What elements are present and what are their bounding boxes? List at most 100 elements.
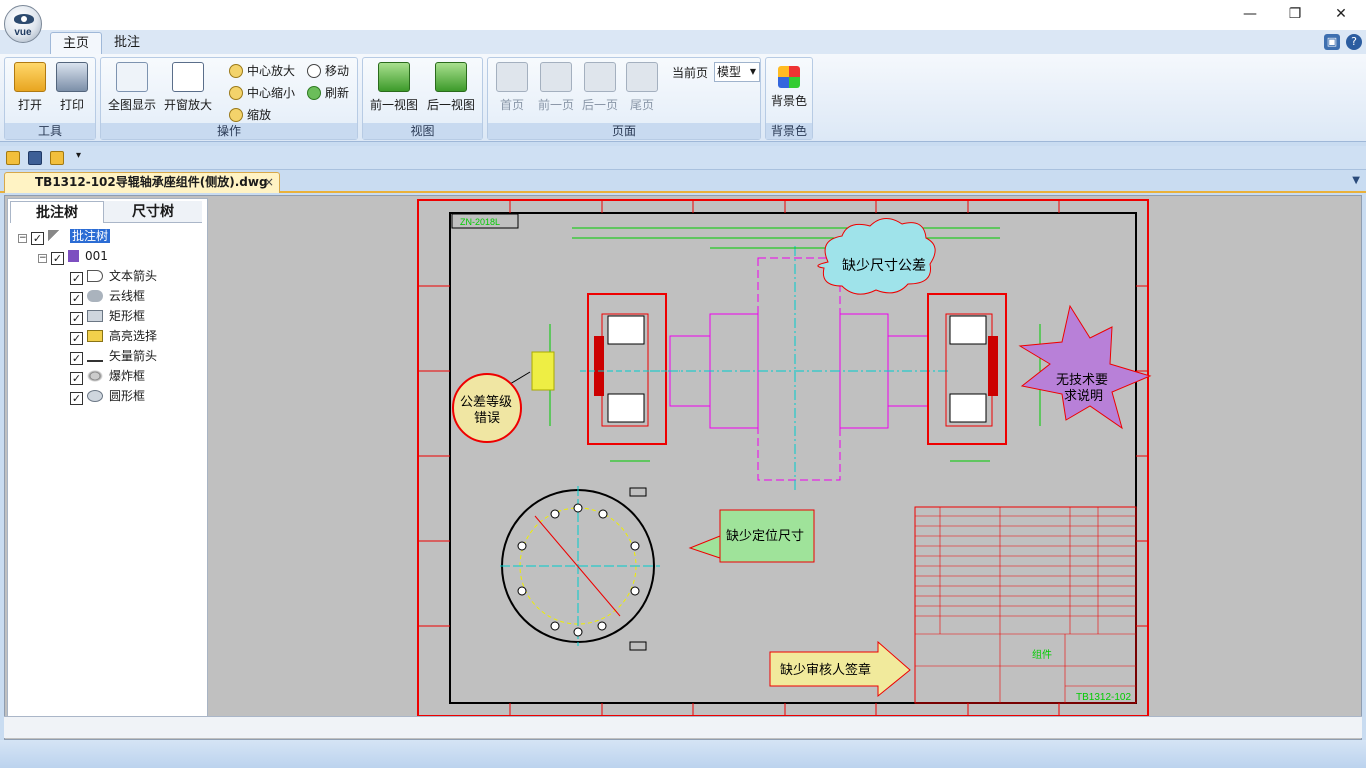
zoom-in-icon: [229, 64, 243, 78]
hand-icon: [307, 64, 321, 78]
document-tab[interactable]: TB1312-102导辊轴承座组件(侧放).dwg ×: [4, 172, 280, 193]
move-button[interactable]: 移动: [307, 62, 349, 80]
export-icon[interactable]: [50, 151, 64, 165]
tree-item-explosion[interactable]: ✓ 爆炸框: [70, 367, 145, 385]
group-tools: 打开 打印 工具: [4, 57, 96, 140]
rectangle-icon: [87, 310, 103, 322]
last-page-icon: [626, 62, 658, 92]
folder-open-icon[interactable]: [6, 151, 20, 165]
app-logo[interactable]: vue: [4, 5, 42, 43]
group-tools-label: 工具: [5, 123, 95, 139]
center-zoom-in-button[interactable]: 中心放大: [229, 62, 295, 80]
tree-node-label: 001: [85, 249, 108, 263]
group-page: 首页 前一页 后一页 尾页 当前页 模型 ▼ 页面: [487, 57, 761, 140]
print-label: 打印: [59, 98, 84, 112]
checkbox[interactable]: ✓: [70, 272, 83, 285]
main-area: 批注树 尺寸树 − ✓ 批注树 − ✓ 001 ✓ 文本箭头 ✓ 云线框 ✓ 矩形框 ✓ 高亮选…: [4, 195, 1362, 740]
frame-tag: ZN-2018L: [460, 217, 500, 227]
bg-color-button[interactable]: 背景色: [769, 62, 809, 109]
collapse-icon[interactable]: −: [38, 254, 47, 263]
group-background: 背景色 背景色: [765, 57, 813, 140]
cad-drawing[interactable]: ZN-2018L 组件 TB1312-102 缺少尺寸公差 无技术要 求说明 公…: [210, 196, 1360, 718]
refresh-label: 刷新: [325, 86, 350, 100]
tree-item-rect[interactable]: ✓ 矩形框: [70, 307, 145, 325]
close-tab-button[interactable]: ×: [264, 173, 274, 192]
first-page-button[interactable]: 首页: [494, 62, 530, 113]
customize-toolbar-icon[interactable]: ▾: [76, 150, 81, 161]
tab-list-dropdown-icon[interactable]: ▼: [1352, 175, 1360, 186]
annotation-panel: 批注树 尺寸树 − ✓ 批注树 − ✓ 001 ✓ 文本箭头 ✓ 云线框 ✓ 矩形框 ✓ 高亮选…: [7, 198, 208, 717]
explosion-annotation-text-2: 求说明: [1064, 389, 1103, 404]
next-view-icon: [435, 62, 467, 92]
logo-text: vue: [14, 27, 32, 38]
tab-home[interactable]: 主页: [50, 32, 103, 54]
last-page-button[interactable]: 尾页: [624, 62, 660, 113]
checkbox[interactable]: ✓: [31, 232, 44, 245]
tree-item-text-arrow[interactable]: ✓ 文本箭头: [70, 267, 157, 285]
current-page-label: 当前页: [672, 66, 709, 80]
checkbox[interactable]: ✓: [70, 332, 83, 345]
last-page-label: 尾页: [629, 98, 654, 112]
tab-annotation-tree[interactable]: 批注树: [10, 201, 104, 223]
prev-page-label: 前一页: [537, 98, 574, 112]
chevron-down-icon: ▼: [749, 67, 756, 76]
tree-root-label: 批注树: [70, 229, 111, 243]
explosion-annotation-text-1: 无技术要: [1056, 373, 1108, 388]
refresh-icon: [307, 86, 321, 100]
tab-annotate[interactable]: 批注: [102, 32, 152, 54]
group-page-label: 页面: [488, 123, 760, 139]
tree-item-label: 矢量箭头: [109, 349, 158, 363]
next-page-button[interactable]: 后一页: [578, 62, 622, 113]
color-palette-icon: [778, 66, 800, 88]
prev-page-button[interactable]: 前一页: [534, 62, 578, 113]
refresh-button[interactable]: 刷新: [307, 84, 349, 102]
center-zoom-out-button[interactable]: 中心缩小: [229, 84, 295, 102]
save-icon[interactable]: [28, 151, 42, 165]
vector-arrow-icon: [87, 350, 103, 362]
tree-root[interactable]: − ✓ 批注树: [18, 227, 111, 245]
cloud-annotation-text: 缺少尺寸公差: [842, 258, 926, 274]
tree-item-cloud[interactable]: ✓ 云线框: [70, 287, 145, 305]
prev-view-button[interactable]: 前一视图: [367, 62, 421, 113]
next-view-button[interactable]: 后一视图: [424, 62, 478, 113]
collapse-icon[interactable]: −: [18, 234, 27, 243]
checkbox[interactable]: ✓: [51, 252, 64, 265]
open-button[interactable]: 打开: [13, 62, 47, 113]
circle-annotation-text-2: 错误: [474, 411, 500, 426]
minimize-button[interactable]: —: [1238, 4, 1262, 24]
title-block-name: 组件: [1032, 648, 1052, 661]
checkbox[interactable]: ✓: [70, 372, 83, 385]
annotation-tree-icon: [48, 230, 64, 242]
status-bar: [4, 716, 1362, 738]
title-block-code: TB1312-102: [1076, 692, 1131, 703]
tree-node-001[interactable]: − ✓ 001: [38, 247, 108, 265]
zoom-out-icon: [229, 86, 243, 100]
tree-item-highlight[interactable]: ✓ 高亮选择: [70, 327, 157, 345]
tree-item-circle[interactable]: ✓ 圆形框: [70, 387, 145, 405]
current-page-value: 模型: [717, 65, 742, 79]
fit-all-button[interactable]: 全图显示: [105, 62, 159, 113]
checkbox[interactable]: ✓: [70, 352, 83, 365]
restore-button[interactable]: ❐: [1283, 4, 1307, 24]
checkbox[interactable]: ✓: [70, 392, 83, 405]
zoom-button[interactable]: 缩放: [229, 106, 271, 124]
eye-icon: [14, 14, 34, 24]
center-zoom-in-label: 中心放大: [247, 64, 296, 78]
checkbox[interactable]: ✓: [70, 312, 83, 325]
close-button[interactable]: ✕: [1329, 4, 1353, 24]
help-icon[interactable]: ?: [1346, 34, 1362, 50]
highlight-selection: [531, 351, 555, 391]
tree-item-vector-arrow[interactable]: ✓ 矢量箭头: [70, 347, 157, 365]
checkbox[interactable]: ✓: [70, 292, 83, 305]
group-operations: 全图显示 开窗放大 中心放大 中心缩小 缩放 移动 刷新 操作: [100, 57, 358, 140]
tab-dimension-tree[interactable]: 尺寸树: [104, 201, 202, 223]
print-button[interactable]: 打印: [55, 62, 89, 113]
tree-item-label: 云线框: [109, 289, 146, 303]
move-label: 移动: [325, 64, 350, 78]
drawing-canvas[interactable]: ZN-2018L 组件 TB1312-102 缺少尺寸公差 无技术要 求说明 公…: [210, 196, 1360, 718]
skin-icon[interactable]: ▣: [1324, 34, 1340, 50]
outer-frame: [417, 199, 1149, 717]
current-page-select[interactable]: 模型 ▼: [714, 62, 760, 82]
folder-open-icon: [14, 62, 46, 92]
window-zoom-button[interactable]: 开窗放大: [161, 62, 215, 113]
